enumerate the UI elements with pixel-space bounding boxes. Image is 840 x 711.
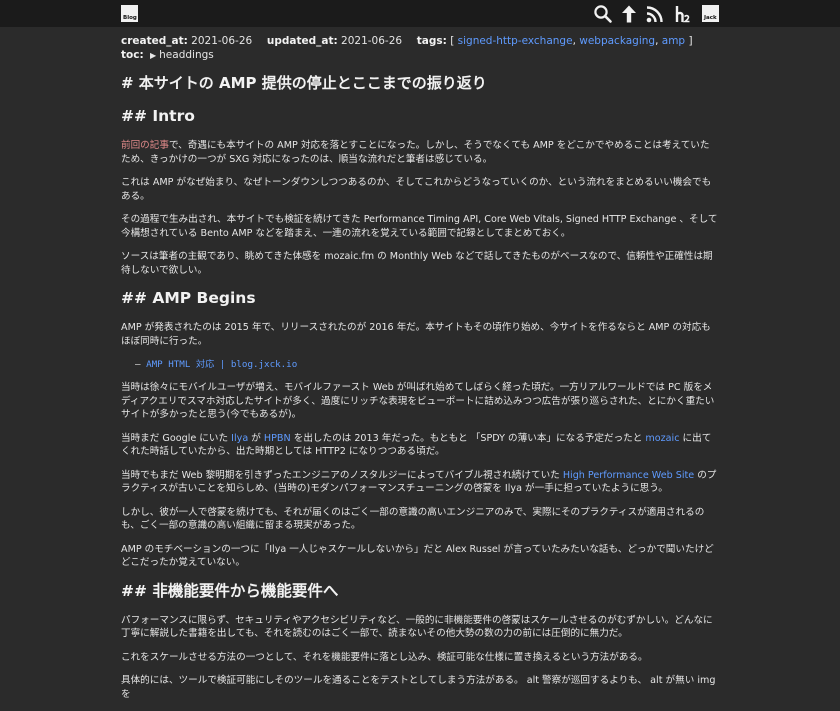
paragraph: AMP のモチベーションの一つに「Ilya 一人じゃスケールしないから」だと A… [121, 543, 714, 569]
blog-logo[interactable]: Blog [121, 5, 138, 22]
h2-icon[interactable] [672, 4, 692, 24]
tag-link[interactable]: signed-http-exchange [458, 35, 573, 47]
amp-html-article-link[interactable]: AMP HTML 対応 | blog.jxck.io [146, 359, 297, 370]
paragraph: その過程で生み出され、本サイトでも検証を続けてきた Performance Ti… [121, 214, 718, 239]
updated-label: updated_at: [266, 35, 338, 47]
paragraph: 当時でもまだ Web 黎明期を引きずったエンジニアのノスタルジーによってバイブル… [121, 469, 717, 495]
mozaic-link[interactable]: mozaic [645, 433, 679, 444]
rss-icon[interactable] [645, 4, 665, 24]
article-content: created_at: 2021-06-26 updated_at: 2021-… [121, 34, 719, 711]
created-value: 2021-06-26 [191, 35, 253, 47]
article-meta: created_at: 2021-06-26 updated_at: 2021-… [121, 34, 719, 63]
ilya-link[interactable]: Ilya [231, 433, 248, 444]
top-navigation-bar: Blog Jack [0, 0, 840, 27]
heading-intro: ## Intro [121, 107, 195, 125]
paragraph: しかし、彼が一人で啓蒙を続けても、それが届くのはごく一部の意識の高いエンジニアの… [121, 506, 705, 532]
paragraph: AMP が発表されたのは 2015 年で、リリースされたのが 2016 年だ。本… [121, 322, 711, 347]
article-title: # 本サイトの AMP 提供の停止とここまでの振り返り [121, 74, 487, 92]
paragraph: これをスケールさせる方法の一つとして、それを機能要件に落とし込み、検証可能な仕様… [121, 651, 648, 663]
tags-open-bracket: [ [450, 35, 455, 47]
toc-disclosure-arrow-icon[interactable]: ▶ [150, 49, 156, 63]
high-performance-web-site-link[interactable]: High Performance Web Site [563, 470, 694, 481]
previous-article-link[interactable]: 前回の記事 [121, 140, 169, 151]
paragraph: 具体的には、ツールで検証可能にしそのツールを通ることをテストとしてしまう方法があ… [121, 675, 716, 700]
reference-list-item: – AMP HTML 対応 | blog.jxck.io [135, 359, 298, 370]
updated-value: 2021-06-26 [341, 35, 403, 47]
paragraph: 当時は徐々にモバイルユーザが増え、モバイルファースト Web が叫ばれ始めてしば… [121, 382, 715, 420]
tags-close-bracket: ] [688, 35, 693, 47]
toc-summary[interactable]: headdings [159, 49, 214, 61]
toc-label: toc: [121, 49, 144, 61]
paragraph: 当時まだ Google にいた Ilya が HPBN を出したのは 2013 … [121, 432, 712, 458]
tag-link[interactable]: webpackaging [579, 35, 655, 47]
paragraph: 前回の記事で、奇遇にも本サイトの AMP 対応を落とすことになった。しかし、そう… [121, 140, 710, 165]
heading-amp-begins: ## AMP Begins [121, 289, 256, 307]
hpbn-link[interactable]: HPBN [264, 433, 291, 444]
paragraph: パフォーマンスに限らず、セキュリティやアクセシビリティなど、一般的に非機能要件の… [121, 614, 713, 640]
tag-separator: , [572, 35, 576, 47]
blog-logo-label: Blog [123, 14, 137, 21]
paragraph: ソースは筆者の主観であり、眺めてきた体感を mozaic.fm の Monthl… [121, 251, 713, 276]
paragraph: これは AMP がなぜ始まり、なぜトーンダウンしつつあるのか、そしてこれからどう… [121, 177, 712, 202]
jack-logo[interactable]: Jack [702, 5, 719, 22]
created-label: created_at: [121, 35, 188, 47]
heading-non-functional-requirements: ## 非機能要件から機能要件へ [121, 581, 339, 600]
tag-separator: , [655, 35, 659, 47]
tag-link[interactable]: amp [662, 35, 685, 47]
arrow-up-icon[interactable] [619, 4, 639, 24]
jack-logo-label: Jack [704, 14, 717, 21]
search-icon[interactable] [593, 4, 613, 24]
tags-label: tags: [416, 35, 447, 47]
